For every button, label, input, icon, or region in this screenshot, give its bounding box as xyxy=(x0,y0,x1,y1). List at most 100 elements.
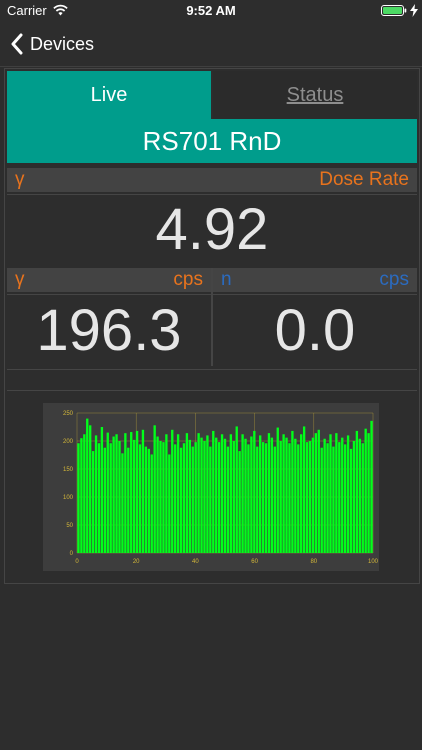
bar xyxy=(176,434,180,553)
bar xyxy=(323,438,326,553)
clock: 9:52 AM xyxy=(186,3,236,18)
x-tick-label: 40 xyxy=(192,559,199,565)
bar xyxy=(144,446,148,553)
bar xyxy=(153,425,156,553)
bar xyxy=(174,444,177,553)
bar xyxy=(94,435,98,553)
chevron-left-icon xyxy=(11,33,23,55)
bar xyxy=(197,433,200,553)
neutron-cps-value: 0.0 xyxy=(213,294,417,367)
bar xyxy=(168,454,171,553)
bar xyxy=(361,443,364,553)
bar xyxy=(358,438,361,553)
bar xyxy=(203,441,206,553)
bar xyxy=(132,439,136,553)
spectrum-chart: 0 20 40 60 80 100 0 50 100 150 200 250 xyxy=(43,403,379,571)
bar xyxy=(294,438,297,553)
bar xyxy=(370,420,373,553)
gamma-unit-label: cps xyxy=(173,269,203,290)
tab-status[interactable]: Status xyxy=(213,71,417,119)
bar xyxy=(86,418,89,553)
bar xyxy=(124,433,127,553)
dose-rate-value: 4.92 xyxy=(7,194,417,265)
bar xyxy=(156,436,159,553)
y-tick-label: 50 xyxy=(66,523,73,529)
neutron-symbol: n xyxy=(221,269,232,290)
bar xyxy=(364,428,367,553)
bar xyxy=(162,442,165,553)
bar xyxy=(223,438,227,553)
bar xyxy=(335,433,338,553)
bar xyxy=(121,453,124,553)
bar xyxy=(226,446,230,553)
x-tick-label: 0 xyxy=(75,559,79,565)
bar xyxy=(165,434,168,553)
gamma-symbol: γ xyxy=(15,169,25,190)
back-button[interactable]: Devices xyxy=(10,32,94,56)
bar xyxy=(209,446,212,553)
y-tick-label: 100 xyxy=(63,495,74,501)
bar xyxy=(276,427,279,553)
bar xyxy=(215,437,218,553)
back-label: Devices xyxy=(30,33,95,54)
bar xyxy=(326,443,329,553)
gamma-symbol: γ xyxy=(15,269,25,290)
bar xyxy=(235,426,238,553)
bar xyxy=(343,444,347,553)
bar xyxy=(355,430,359,553)
bar xyxy=(244,438,247,553)
bar xyxy=(185,433,189,553)
bar xyxy=(305,442,309,553)
bar xyxy=(349,448,353,553)
bar xyxy=(302,426,306,553)
bar xyxy=(332,446,335,553)
x-tick-label: 60 xyxy=(251,559,258,565)
bar xyxy=(179,447,183,553)
bar xyxy=(232,441,235,553)
bar xyxy=(238,451,241,553)
dose-rate-header: γ Dose Rate xyxy=(7,168,417,192)
bar xyxy=(206,435,209,553)
bar xyxy=(194,442,197,553)
neutron-unit-label: cps xyxy=(379,269,409,290)
bar xyxy=(247,444,250,553)
dose-rate-label: Dose Rate xyxy=(319,169,409,190)
bar xyxy=(106,432,109,553)
bar xyxy=(267,433,271,553)
bar xyxy=(291,430,294,553)
bar xyxy=(127,447,130,553)
bar xyxy=(150,454,153,553)
bar xyxy=(182,443,186,553)
bar xyxy=(338,442,341,553)
bar xyxy=(147,448,150,553)
bar xyxy=(141,429,145,553)
bar xyxy=(297,444,300,553)
device-name: RS701 RnD xyxy=(7,119,417,163)
bar xyxy=(300,434,303,553)
bar xyxy=(352,441,356,553)
y-tick-label: 200 xyxy=(63,439,74,445)
bar xyxy=(279,441,282,553)
bar xyxy=(171,429,174,553)
bar xyxy=(317,429,320,553)
bar xyxy=(308,441,312,553)
tab-live[interactable]: Live xyxy=(7,71,211,119)
bar xyxy=(188,439,191,553)
bar xyxy=(112,436,115,553)
bar xyxy=(259,435,262,553)
bar xyxy=(320,447,323,553)
bar xyxy=(100,427,104,553)
bar xyxy=(285,437,288,553)
bar xyxy=(200,437,203,553)
bar xyxy=(97,443,101,553)
empty-row xyxy=(7,369,417,391)
bar xyxy=(91,451,95,553)
live-panel: Live Status RS701 RnD γ Dose Rate 4.92 γ… xyxy=(4,68,420,584)
bar xyxy=(311,437,315,553)
bar xyxy=(159,441,162,553)
y-tick-label: 250 xyxy=(63,411,74,417)
bar xyxy=(217,442,221,553)
spectrum-chart-svg: 0 20 40 60 80 100 0 50 100 150 200 250 xyxy=(63,411,379,565)
bar xyxy=(250,436,253,553)
bar xyxy=(261,442,265,553)
